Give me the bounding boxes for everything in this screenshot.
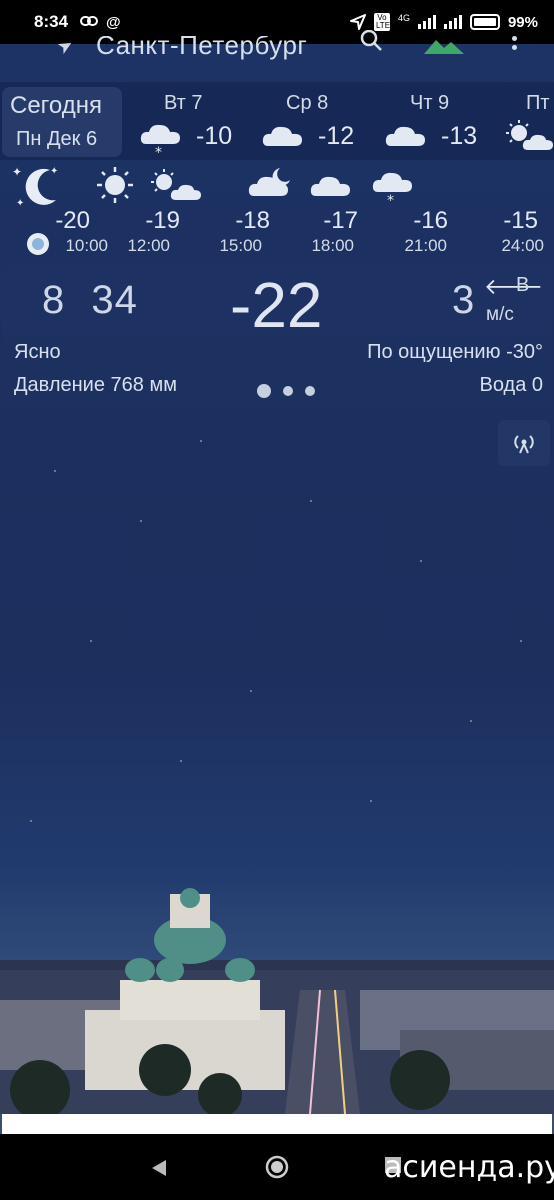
sun-cloud-icon <box>506 120 553 150</box>
day-label[interactable]: Ср 8 <box>286 92 328 115</box>
wind-unit: м/с <box>486 304 514 325</box>
page-indicator[interactable] <box>257 384 315 398</box>
clock-hours: 8 <box>42 278 66 322</box>
current-temperature: -22 <box>230 269 323 341</box>
cloud-snow-icon: * <box>140 124 180 158</box>
water-text: Вода 0 <box>479 374 544 396</box>
current-clock: 8 34 <box>42 278 138 323</box>
radar-button[interactable] <box>498 420 550 466</box>
battery-icon <box>469 14 500 30</box>
day-label[interactable]: Вт 7 <box>164 92 203 115</box>
moon-icon: ✦ ✦ ✦ <box>12 165 58 209</box>
day-label[interactable]: Пт <box>526 92 550 115</box>
svg-text:*: * <box>155 145 162 158</box>
hour-time: 12:00 <box>127 236 170 255</box>
day-temp: -10 <box>196 122 233 150</box>
more-options-icon[interactable] <box>512 36 520 54</box>
hour-temp: -15 <box>503 207 538 234</box>
cloud-icon <box>385 126 425 146</box>
svg-text:✦: ✦ <box>12 165 22 179</box>
at-icon: @ <box>106 13 121 31</box>
hour-time: 18:00 <box>311 236 354 255</box>
feels-like-text: По ощущению -30° <box>367 341 543 363</box>
svg-text:*: * <box>387 193 394 206</box>
pressure-text: Давление 768 мм <box>14 374 177 396</box>
weather-screen: 8:34 @ Vo LTE 4G 99% ➤ Санкт-Петербург С… <box>0 0 554 1200</box>
link-icon <box>80 15 99 26</box>
network-label: 4G <box>397 13 410 23</box>
signal-icon-2 <box>443 15 462 29</box>
wind-arrow-icon: 🡐 <box>484 274 543 299</box>
svg-text:✦: ✦ <box>50 166 58 177</box>
city-background-image <box>0 888 554 1114</box>
mountain-icon[interactable] <box>424 36 464 56</box>
day-temp: -13 <box>441 122 478 150</box>
home-icon[interactable] <box>264 1154 290 1180</box>
signal-icon <box>417 15 436 29</box>
today-title: Сегодня <box>10 92 102 119</box>
battery-percent: 99% <box>507 13 538 31</box>
today-date: Пн Дек 6 <box>16 128 98 150</box>
sun-cloud-icon <box>151 169 201 200</box>
volte-icon: Vo LTE <box>373 13 391 31</box>
cloud-snow-icon: * <box>372 172 412 206</box>
day-label[interactable]: Чт 9 <box>410 92 449 115</box>
status-indicators: Vo LTE 4G 99% <box>349 13 538 31</box>
hour-temp: -20 <box>55 207 90 234</box>
current-time-marker <box>27 233 49 255</box>
cloud-moon-icon <box>248 168 290 196</box>
hour-temp: -18 <box>235 207 270 234</box>
hour-time: 24:00 <box>501 236 544 255</box>
hour-time: 21:00 <box>404 236 447 255</box>
hour-temp: -16 <box>413 207 448 234</box>
status-time: 8:34 <box>34 12 69 31</box>
input-bar[interactable] <box>2 1114 552 1134</box>
sun-icon <box>97 167 133 203</box>
watermark: асиенда.ру <box>384 1150 554 1185</box>
location-icon <box>349 14 366 30</box>
svg-text:✦: ✦ <box>16 198 24 209</box>
cloud-icon <box>310 176 350 196</box>
status-notification-icons: @ <box>80 14 121 31</box>
wind-speed: 3 <box>452 278 475 322</box>
hour-time: 10:00 <box>65 236 108 255</box>
search-icon[interactable] <box>358 30 384 56</box>
back-icon[interactable] <box>150 1158 168 1178</box>
clock-minutes: 34 <box>91 278 138 322</box>
condition-text: Ясно <box>14 341 61 363</box>
hour-temp: -17 <box>323 207 358 234</box>
hour-time: 15:00 <box>219 236 262 255</box>
cloud-icon <box>262 126 302 146</box>
wind-direction: В <box>516 274 530 296</box>
hour-temp: -19 <box>145 207 180 234</box>
day-temp: -12 <box>318 122 355 150</box>
antenna-icon <box>514 435 534 454</box>
